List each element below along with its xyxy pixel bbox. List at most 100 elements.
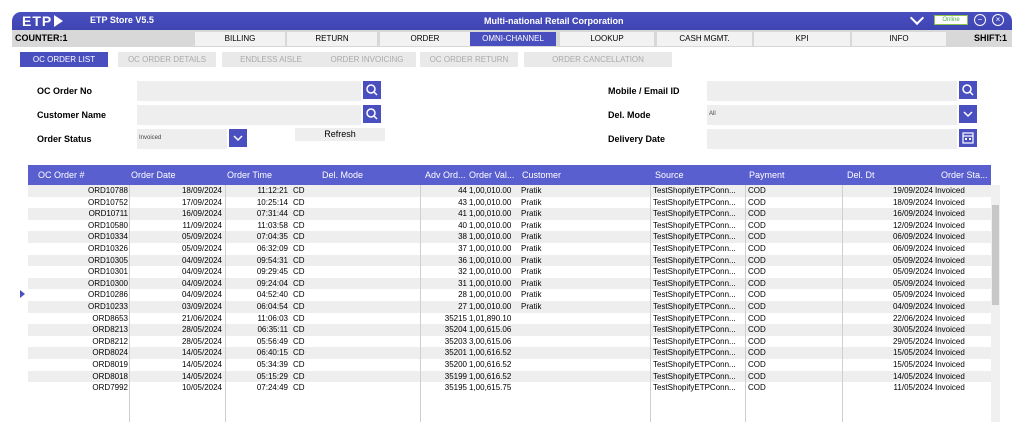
search-icon[interactable] [959, 81, 977, 99]
col-del-dt[interactable]: Del. Dt [847, 170, 875, 180]
cell-order-date: 04/09/2024 [181, 290, 222, 300]
cell-del-dt: 22/06/2024 [892, 313, 933, 323]
table-row[interactable]: ORD10580 11/09/2024 11:03:58 CD 40 1,00,010.0… [28, 219, 991, 232]
table-row[interactable]: ORD10286 04/09/2024 04:52:40 CD 28 1,00,010.0… [28, 289, 991, 301]
table-row[interactable]: ORD8019 14/05/2024 05:34:39 CD 35200 1,00,616… [28, 359, 991, 371]
tab-oc-order-return[interactable]: OC ORDER RETURN [420, 52, 518, 67]
cell-order-status: Invoiced [935, 371, 965, 381]
customer-name-label: Customer Name [37, 110, 107, 120]
table-row[interactable]: ORD10326 05/09/2024 06:32:09 CD 37 1,00,010.0… [28, 243, 991, 255]
cell-customer: Pratik [521, 186, 542, 195]
menu-order[interactable]: ORDER [380, 32, 470, 46]
tab-endless-aisle[interactable]: ENDLESS AISLE [222, 52, 320, 67]
mobile-email-input[interactable] [707, 81, 957, 101]
cell-order-date: 14/05/2024 [181, 348, 222, 358]
menu-omni-channel[interactable]: OMNI-CHANNEL [470, 32, 556, 46]
cell-oc-order: ORD10301 [87, 267, 128, 277]
menu-lookup[interactable]: LOOKUP [560, 32, 654, 46]
col-adv-ord[interactable]: Adv Ord... [425, 170, 466, 180]
col-order-val[interactable]: Order Val... [469, 170, 514, 180]
table-row[interactable]: ORD10788 18/09/2024 11:12:21 CD 44 1,00,010.0… [28, 185, 991, 197]
cell-source: TestShopifyETPConn... [653, 325, 736, 335]
tab-oc-order-list[interactable]: OC ORDER LIST [20, 52, 108, 67]
col-order-status[interactable]: Order Sta... [941, 170, 988, 180]
table-row[interactable]: ORD10334 05/09/2024 07:04:35 CD 38 1,00,010.0… [28, 231, 991, 243]
cell-order-time: 05:34:39 [256, 360, 288, 369]
col-oc-order[interactable]: OC Order # [38, 170, 85, 180]
col-customer[interactable]: Customer [522, 170, 561, 180]
app-version: ETP Store V5.5 [90, 15, 154, 25]
table-row[interactable]: ORD10305 04/09/2024 09:54:31 CD 36 1,00,010.0… [28, 254, 991, 267]
table-row[interactable]: ORD8212 28/05/2024 05:56:49 CD 35203 3,00,615… [28, 335, 991, 348]
table-row[interactable]: ORD10233 03/09/2024 06:04:54 CD 27 1,00,010.0… [28, 301, 991, 313]
etp-logo: ETP [22, 12, 64, 30]
cell-source: TestShopifyETPConn... [653, 197, 736, 207]
del-mode-select[interactable]: All [707, 105, 957, 125]
customer-name-input[interactable] [137, 105, 361, 125]
cell-adv-ord: 35201 [444, 348, 467, 358]
order-status-select[interactable]: Invoiced [137, 129, 227, 149]
col-del-mode[interactable]: Del. Mode [322, 170, 363, 180]
cell-order-val: 1,00,010.00 [469, 232, 512, 242]
cell-order-status: Invoiced [935, 255, 965, 265]
cell-source: TestShopifyETPConn... [653, 383, 736, 393]
cell-payment: COD [748, 325, 766, 335]
menu-return[interactable]: RETURN [287, 32, 377, 46]
refresh-button[interactable]: Refresh [295, 128, 385, 141]
table-row[interactable]: ORD8213 28/05/2024 06:35:11 CD 35204 1,00,615… [28, 324, 991, 336]
scrollbar-thumb[interactable] [992, 205, 999, 305]
cell-order-val: 1,00,616.52 [469, 348, 512, 358]
cell-source: TestShopifyETPConn... [653, 186, 736, 195]
table-row[interactable]: ORD8018 14/05/2024 05:15:29 CD 35199 1,00,616… [28, 370, 991, 383]
search-icon[interactable] [363, 105, 381, 123]
tab-order-cancellation[interactable]: ORDER CANCELLATION [524, 52, 672, 67]
calendar-icon[interactable] [959, 129, 977, 147]
cell-del-dt: 05/09/2024 [892, 290, 933, 300]
cell-oc-order: ORD8653 [92, 313, 128, 323]
cell-order-date: 03/09/2024 [181, 302, 222, 311]
table-row[interactable]: ORD10301 04/09/2024 09:29:45 CD 32 1,00,010.0… [28, 266, 991, 278]
col-order-date[interactable]: Order Date [131, 170, 176, 180]
cell-order-status: Invoiced [935, 383, 965, 393]
chevron-down-icon[interactable] [909, 10, 925, 26]
cell-order-status: Invoiced [935, 313, 965, 323]
cell-order-val: 1,01,890.10 [469, 313, 512, 323]
menu-kpi[interactable]: KPI [754, 32, 850, 46]
cell-customer: Pratik [521, 290, 542, 300]
menu-cash-mgmt[interactable]: CASH MGMT. [657, 32, 752, 46]
cell-order-time: 09:24:04 [256, 278, 288, 288]
delivery-date-input[interactable] [707, 129, 957, 149]
tab-order-invoicing[interactable]: ORDER INVOICING [318, 52, 416, 67]
cell-del-dt: 30/05/2024 [892, 325, 933, 335]
table-row[interactable]: ORD8024 14/05/2024 06:40:15 CD 35201 1,00,616… [28, 347, 991, 359]
chevron-down-icon[interactable] [959, 105, 977, 123]
table-row[interactable]: ORD10300 04/09/2024 09:24:04 CD 31 1,00,010.0… [28, 277, 991, 290]
col-source[interactable]: Source [655, 170, 684, 180]
cell-order-time: 10:25:14 [256, 197, 288, 207]
oc-order-no-input[interactable] [137, 81, 361, 101]
cell-order-val: 1,00,010.00 [469, 220, 512, 230]
cell-del-dt: 18/09/2024 [892, 197, 933, 207]
cell-source: TestShopifyETPConn... [653, 313, 736, 323]
table-scrollbar[interactable] [991, 185, 1000, 422]
col-order-time[interactable]: Order Time [227, 170, 272, 180]
minimize-icon[interactable]: − [974, 14, 986, 26]
menu-bar: COUNTER:1 BILLING RETURN ORDER OMNI-CHAN… [12, 30, 1012, 47]
col-payment[interactable]: Payment [749, 170, 785, 180]
table-row[interactable]: ORD7992 10/05/2024 07:24:49 CD 35195 1,00,615… [28, 382, 991, 394]
menu-info[interactable]: INFO [852, 32, 946, 46]
tab-oc-order-details[interactable]: OC ORDER DETAILS [118, 52, 216, 67]
close-icon[interactable]: × [992, 14, 1004, 26]
table-row[interactable]: ORD10752 17/09/2024 10:25:14 CD 43 1,00,010.0… [28, 196, 991, 209]
search-icon[interactable] [363, 81, 381, 99]
chevron-down-icon[interactable] [229, 129, 247, 147]
cell-order-val: 1,00,010.00 [469, 209, 512, 219]
col-divider [420, 185, 421, 422]
cell-oc-order: ORD10300 [87, 278, 128, 288]
menu-billing[interactable]: BILLING [195, 32, 285, 46]
table-row[interactable]: ORD10711 16/09/2024 07:31:44 CD 41 1,00,010.0… [28, 208, 991, 220]
cell-payment: COD [748, 209, 766, 219]
cell-order-date: 18/09/2024 [181, 186, 222, 195]
cell-order-time: 06:32:09 [256, 244, 288, 253]
table-row[interactable]: ORD8653 21/06/2024 11:06:03 CD 35215 1,01,890… [28, 312, 991, 325]
